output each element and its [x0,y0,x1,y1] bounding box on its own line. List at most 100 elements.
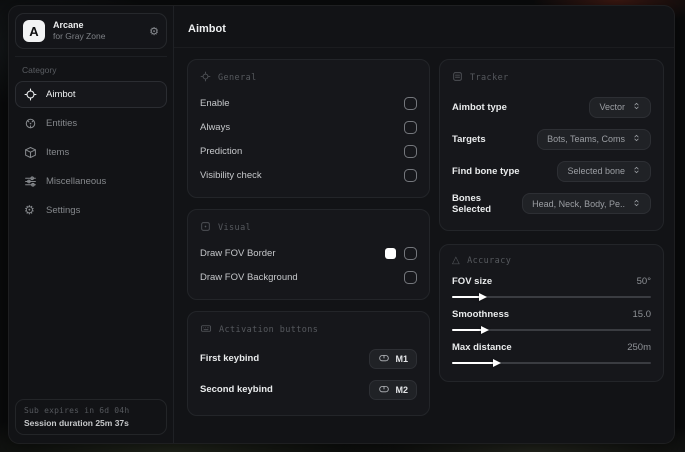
setting-row: Second keybind M2 [200,374,417,405]
card-title-text: Accuracy [467,256,512,266]
keybind-value: M2 [395,384,408,395]
dropdown-value: Bots, Teams, Coms [547,134,625,144]
brand-name: Arcane [53,20,84,31]
cheat-menu-window: A Arcane for Gray Zone ⚙ Category Aimbot… [8,5,675,444]
radar-icon [24,117,37,130]
slider-thumb[interactable] [492,358,501,367]
slider-fill [452,325,489,334]
sidebar: A Arcane for Gray Zone ⚙ Category Aimbot… [9,6,174,443]
card-title-text: General [218,73,257,83]
accuracy-card: △ Accuracy FOV size 50° Smoothness 15.0 … [439,244,664,382]
brand-logo: A [23,20,45,42]
setting-label: Draw FOV Border [200,247,276,259]
sliders-icon [24,175,37,188]
always-checkbox[interactable] [404,120,417,134]
right-column: Tracker Aimbot type Vector Targets Bots,… [439,59,664,382]
visibility-check-checkbox[interactable] [404,168,417,182]
first-keybind-button[interactable]: M1 [369,348,417,369]
max-distance-slider-row: Max distance 250m [452,338,651,371]
fov-size-slider[interactable] [452,292,651,301]
sidebar-item-aimbot[interactable]: Aimbot [15,81,167,108]
setting-label: Aimbot type [452,101,507,113]
package-icon [24,146,37,159]
find-bone-type-dropdown[interactable]: Selected bone [557,160,651,182]
enable-checkbox[interactable] [404,96,417,110]
fov-border-color-swatch[interactable] [385,247,396,259]
setting-row: Draw FOV Background [200,265,417,289]
card-title-text: Tracker [470,73,509,83]
setting-row: First keybind M1 [200,343,417,374]
slider-label: Smoothness [452,309,510,320]
setting-row: Aimbot type Vector [452,91,651,123]
sidebar-item-label: Items [46,147,70,158]
slider-value: 50° [636,276,651,287]
sidebar-item-items[interactable]: Items [15,139,167,166]
setting-label: Find bone type [452,165,520,177]
crosshair-icon [200,71,211,85]
fov-size-slider-row: FOV size 50° [452,272,651,305]
smoothness-slider[interactable] [452,325,651,334]
content: General Enable Always Prediction Visibil… [174,48,674,426]
draw-fov-background-checkbox[interactable] [404,270,417,284]
slider-value: 15.0 [632,309,652,320]
sidebar-item-label: Miscellaneous [46,176,107,187]
mouse-icon [378,384,390,396]
crosshair-icon [24,88,37,101]
sidebar-divider [15,56,167,57]
activation-buttons-card: Activation buttons First keybind M1 Seco… [187,311,430,416]
general-card: General Enable Always Prediction Visibil… [187,59,430,198]
card-title-text: Activation buttons [219,325,319,335]
sidebar-item-label: Entities [46,118,78,129]
setting-row: Prediction [200,139,417,163]
list-box-icon [452,71,463,85]
max-distance-slider[interactable] [452,358,651,367]
keybind-value: M1 [395,353,408,364]
visual-card: Visual Draw FOV Border Draw FOV Backgrou… [187,209,430,300]
slider-label: FOV size [452,276,493,287]
setting-label: First keybind [200,353,260,364]
left-column: General Enable Always Prediction Visibil… [187,59,430,416]
frame-dot-icon [200,221,211,235]
setting-row: Find bone type Selected bone [452,155,651,187]
targets-dropdown[interactable]: Bots, Teams, Coms [537,128,651,150]
bones-selected-dropdown[interactable]: Head, Neck, Body, Pe.. [522,193,651,214]
chevron-updown-icon [632,133,641,145]
setting-row: Always [200,115,417,139]
aimbot-type-dropdown[interactable]: Vector [589,96,651,118]
slider-value: 250m [627,342,651,353]
slider-fill [452,358,501,367]
second-keybind-button[interactable]: M2 [369,379,417,400]
smoothness-slider-row: Smoothness 15.0 [452,305,651,338]
chevron-updown-icon [632,198,641,210]
card-title-text: Visual [218,223,252,233]
sub-expiry-text: Sub expires in 6d 04h [24,406,130,415]
subscription-footer: Sub expires in 6d 04h Session duration 2… [15,399,167,435]
tracker-card: Tracker Aimbot type Vector Targets Bots,… [439,59,664,231]
sidebar-item-entities[interactable]: Entities [15,110,167,137]
setting-label: Visibility check [200,169,262,181]
slider-thumb[interactable] [478,292,487,301]
prediction-checkbox[interactable] [404,144,417,158]
slider-thumb[interactable] [480,325,489,334]
sidebar-item-label: Aimbot [46,89,76,100]
triangle-icon: △ [452,255,461,266]
setting-label: Second keybind [200,384,273,395]
page-title: Aimbot [188,23,226,35]
dropdown-value: Vector [599,102,625,112]
chevron-updown-icon [632,165,641,177]
setting-label: Draw FOV Background [200,271,298,283]
setting-row: Visibility check [200,163,417,187]
draw-fov-border-checkbox[interactable] [404,246,417,260]
brand-card: A Arcane for Gray Zone ⚙ [15,13,167,49]
setting-label: Prediction [200,145,243,157]
setting-row: Targets Bots, Teams, Coms [452,123,651,155]
sidebar-item-label: Settings [46,205,81,216]
gear-icon[interactable]: ⚙ [149,25,159,38]
slider-label: Max distance [452,342,512,353]
main-header: Aimbot [174,6,674,48]
session-duration-text: Session duration 25m 37s [24,418,129,428]
sidebar-item-settings[interactable]: ⚙ Settings [15,197,167,224]
slider-fill [452,292,487,301]
setting-row: Bones Selected Head, Neck, Body, Pe.. [452,187,651,220]
sidebar-item-miscellaneous[interactable]: Miscellaneous [15,168,167,195]
